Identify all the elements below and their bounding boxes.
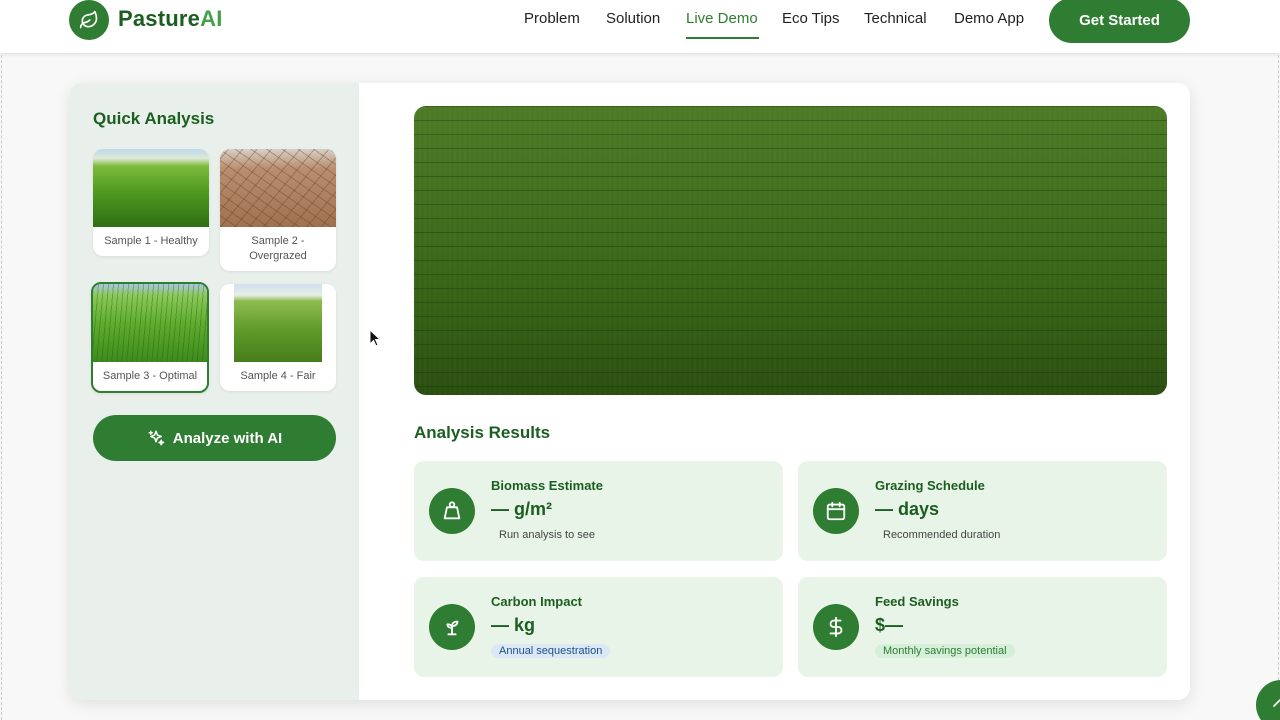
- result-value: — kg: [491, 615, 536, 635]
- quick-analysis-panel: Quick Analysis Sample 1 - Healthy Sample…: [70, 83, 359, 700]
- analyze-with-ai-button[interactable]: Analyze with AI: [93, 415, 336, 461]
- sample-card-optimal[interactable]: Sample 3 - Optimal: [91, 282, 209, 393]
- result-card-biomass: Biomass Estimate — g/m² Run analysis to …: [414, 461, 783, 561]
- result-note: Annual sequestration: [491, 644, 611, 658]
- calendar-icon: [813, 488, 859, 534]
- sparkles-icon: [148, 430, 165, 446]
- sample-image-optimal: [93, 284, 207, 362]
- arrow-up-right-icon: [1273, 698, 1280, 707]
- result-value: $—: [875, 615, 904, 635]
- nav-link-problem[interactable]: Problem: [524, 10, 580, 27]
- sample-label: Sample 1 - Healthy: [104, 235, 198, 247]
- live-demo-card: Quick Analysis Sample 1 - Healthy Sample…: [70, 83, 1190, 700]
- quick-analysis-title: Quick Analysis: [93, 109, 215, 128]
- sample-card-fair[interactable]: Sample 4 - Fair: [220, 284, 336, 391]
- result-title: Grazing Schedule: [875, 478, 985, 493]
- result-note: Run analysis to see: [499, 529, 595, 541]
- dollar-icon: [813, 604, 859, 650]
- sample-card-overgrazed[interactable]: Sample 2 - Overgrazed: [220, 149, 336, 271]
- page-edge-left: [1, 0, 2, 720]
- nav-link-live-demo[interactable]: Live Demo: [686, 10, 758, 27]
- result-card-feed-savings: Feed Savings $— Monthly savings potentia…: [798, 577, 1167, 677]
- result-value: — days: [875, 499, 940, 519]
- sample-image-fair: [234, 284, 322, 362]
- result-card-carbon: Carbon Impact — kg Annual sequestration: [414, 577, 783, 677]
- weight-icon: [429, 488, 475, 534]
- scroll-to-top-button[interactable]: [1256, 680, 1280, 720]
- nav-link-demo-app[interactable]: Demo App: [954, 10, 1024, 27]
- result-title: Carbon Impact: [491, 594, 583, 609]
- sample-card-healthy[interactable]: Sample 1 - Healthy: [93, 149, 209, 256]
- result-note: Monthly savings potential: [875, 644, 1015, 658]
- sample-label: Sample 3 - Optimal: [102, 370, 198, 382]
- active-nav-indicator: [686, 37, 759, 39]
- sample-label: Sample 4 - Fair: [240, 370, 316, 382]
- sprout-icon: [429, 604, 475, 650]
- analyze-button-label: Analyze with AI: [172, 429, 283, 447]
- mouse-cursor-icon: [369, 329, 381, 347]
- result-card-grazing: Grazing Schedule — days Recommended dura…: [798, 461, 1167, 561]
- sample-image-healthy: [93, 149, 209, 227]
- analysis-results-title: Analysis Results: [414, 423, 551, 442]
- nav-link-technical[interactable]: Technical: [864, 10, 927, 27]
- pasture-preview-image: [414, 106, 1167, 395]
- page-edge-right: [1278, 0, 1279, 720]
- sample-label: Sample 2 - Overgrazed: [249, 235, 307, 262]
- nav-link-solution[interactable]: Solution: [606, 10, 660, 27]
- result-note: Recommended duration: [883, 529, 1001, 541]
- sample-image-overgrazed: [220, 149, 336, 227]
- nav-link-eco-tips[interactable]: Eco Tips: [782, 10, 840, 27]
- top-navbar: PastureAI Problem Solution Live Demo Eco…: [0, 0, 1280, 53]
- sample-image-frame: [220, 284, 336, 362]
- result-title: Biomass Estimate: [491, 478, 603, 493]
- result-value: — g/m²: [491, 499, 552, 519]
- get-started-button[interactable]: Get Started: [1049, 0, 1190, 43]
- result-title: Feed Savings: [875, 594, 959, 609]
